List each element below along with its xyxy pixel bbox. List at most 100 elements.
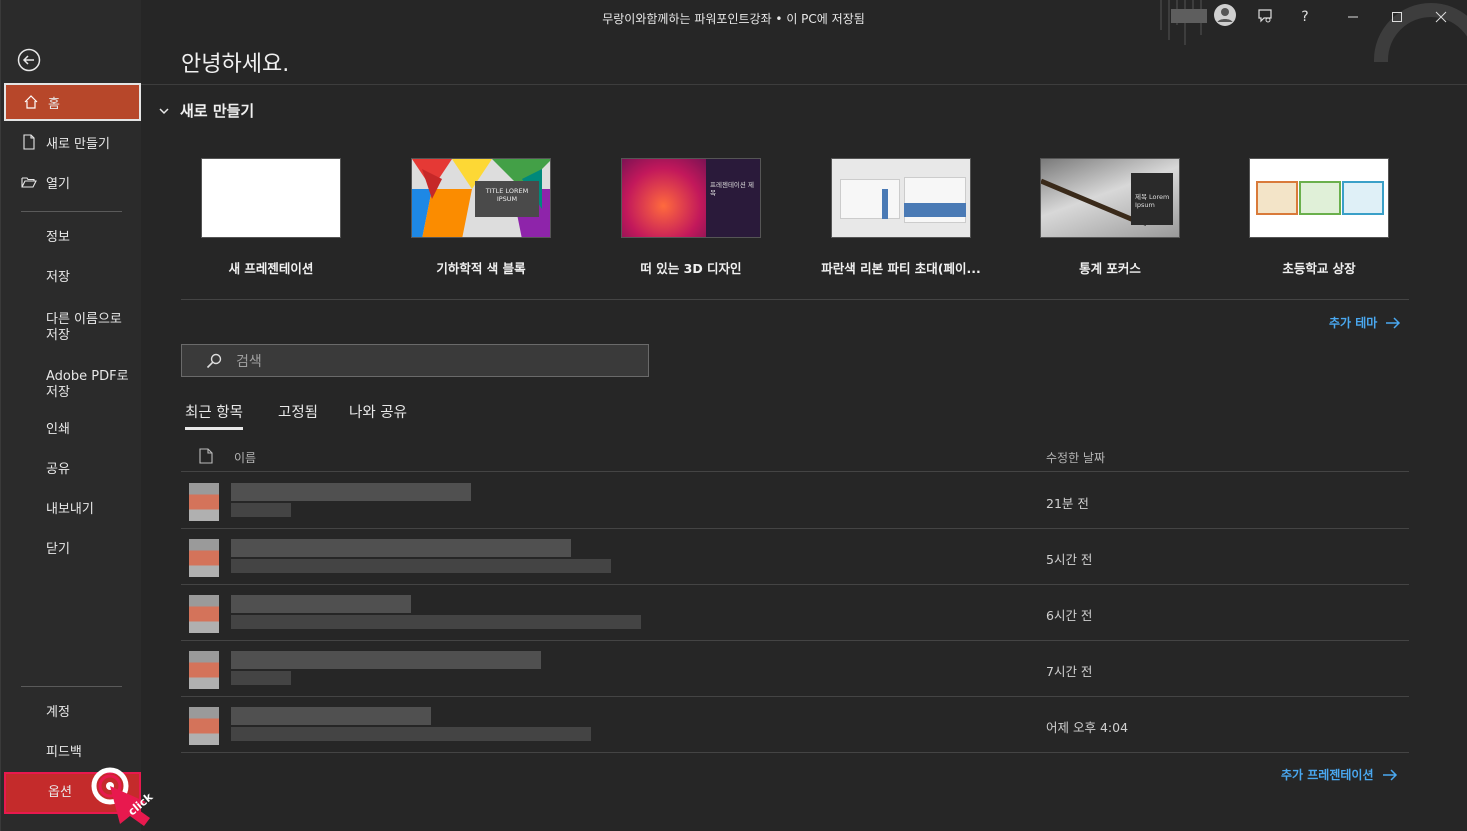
header-divider [141,84,1467,85]
template-3d-floating[interactable]: 프레젠테이션 제목 떠 있는 3D 디자인 [621,158,761,276]
folder-open-icon [21,177,37,188]
close-button[interactable] [1428,6,1454,28]
template-thumbnail: 프레젠테이션 제목 [621,158,761,238]
template-label: 기하학적 색 블록 [436,261,526,276]
file-name-redacted [231,595,411,613]
template-thumbnail [201,158,341,238]
sidebar-item-open[interactable]: 열기 [4,163,141,201]
modified-date: 6시간 전 [1046,608,1093,623]
table-row[interactable]: 5시간 전 [181,529,1409,585]
sidebar-item-label: 닫기 [46,542,70,557]
user-avatar-icon [1214,4,1236,26]
user-name-redacted [1171,9,1207,23]
sidebar-item-label: 계정 [46,705,70,720]
tab-pinned[interactable]: 고정됨 [278,401,318,430]
file-thumbnail [189,651,219,689]
file-thumbnail [189,483,219,521]
sidebar-item-save-pdf[interactable]: Adobe PDF로 저장 [4,364,141,406]
new-section-toggle[interactable]: 새로 만들기 [158,100,254,121]
more-presentations-label: 추가 프레젠테이션 [1281,768,1374,782]
title-bar: 무랑이와함께하는 파워포인트강좌 • 이 PC에 저장됨 ? [141,0,1467,62]
file-type-icon [199,448,213,464]
template-school-award[interactable]: 초등학교 상장 [1249,158,1389,276]
template-stat-focus[interactable]: 제목 Lorem Ipsum 통계 포커스 [1040,158,1180,276]
sidebar-item-save[interactable]: 저장 [4,259,141,297]
minimize-icon [1348,16,1358,18]
sidebar-divider [21,686,122,687]
file-path-redacted [231,671,291,685]
file-thumbnail [189,539,219,577]
sidebar-item-label: 홈 [48,96,60,112]
thumbnail-text: 제목 Lorem Ipsum [1135,193,1170,209]
chevron-down-icon [159,107,169,114]
template-blue-ribbon[interactable]: 파란색 리본 파티 초대(페이... [821,158,981,276]
sidebar-item-print[interactable]: 인쇄 [4,411,141,449]
template-thumbnail [1249,158,1389,238]
sidebar-item-share[interactable]: 공유 [4,451,141,489]
sidebar-item-label: 인쇄 [46,422,70,437]
sidebar-item-close[interactable]: 닫기 [4,531,141,569]
document-title: 무랑이와함께하는 파워포인트강좌 • 이 PC에 저장됨 [602,12,865,26]
file-name-redacted [231,483,471,501]
template-thumbnail [831,158,971,238]
search-placeholder: 검색 [236,353,262,370]
more-themes-link[interactable]: 추가 테마 [1329,314,1401,331]
minimize-button[interactable] [1340,6,1366,28]
modified-date: 7시간 전 [1046,664,1093,679]
table-row[interactable]: 6시간 전 [181,585,1409,641]
search-icon [206,353,222,368]
section-divider [181,299,1409,300]
table-row[interactable]: 21분 전 [181,473,1409,529]
table-row[interactable]: 어제 오후 4:04 [181,697,1409,753]
sidebar-item-export[interactable]: 내보내기 [4,491,141,529]
more-presentations-link[interactable]: 추가 프레젠테이션 [1281,766,1398,783]
file-path-redacted [231,503,291,517]
coauthor-icon [1258,9,1272,23]
maximize-button[interactable] [1384,6,1410,28]
label-line: 다른 이름으로 [46,312,122,327]
template-geometric[interactable]: TITLE LOREM IPSUM 기하학적 색 블록 [411,158,551,276]
sidebar-item-account[interactable]: 계정 [4,694,141,732]
sidebar-item-info[interactable]: 정보 [4,219,141,257]
sidebar-item-label: 내보내기 [46,502,94,517]
file-name-redacted [231,707,431,725]
file-path-redacted [231,615,641,629]
column-header-modified[interactable]: 수정한 날짜 [1046,449,1105,466]
template-thumbnail: TITLE LOREM IPSUM [411,158,551,238]
template-label: 파란색 리본 파티 초대(페이... [821,261,981,276]
search-input[interactable]: 검색 [181,344,649,377]
tab-recent[interactable]: 최근 항목 [185,401,243,430]
sidebar-divider [21,211,122,212]
template-label: 떠 있는 3D 디자인 [640,261,742,276]
close-icon [1435,11,1447,23]
modified-date: 어제 오후 4:04 [1046,720,1129,735]
help-button[interactable]: ? [1292,6,1318,28]
arrow-right-icon [1382,768,1397,781]
thumbnail-text: 프레젠테이션 제목 [710,181,754,197]
thumbnail-text: TITLE LOREM IPSUM [485,187,529,203]
sidebar-item-new[interactable]: 새로 만들기 [4,123,141,161]
template-label: 초등학교 상장 [1282,261,1356,276]
sidebar-item-label: Adobe PDF로 저장 [46,369,129,401]
help-icon: ? [1301,9,1309,25]
sidebar-item-label: 옵션 [48,785,72,800]
template-label: 통계 포커스 [1079,261,1141,276]
greeting-heading: 안녕하세요. [181,52,290,77]
coauthor-button[interactable] [1253,6,1279,28]
sidebar-item-label: 공유 [46,462,70,477]
tab-shared[interactable]: 나와 공유 [349,401,407,430]
table-row[interactable]: 7시간 전 [181,641,1409,697]
template-blank[interactable]: 새 프레젠테이션 [201,158,341,276]
sidebar-item-home[interactable]: 홈 [4,83,141,121]
label-line: 저장 [46,328,70,343]
file-name-redacted [231,539,571,557]
file-path-redacted [231,727,591,741]
column-header-name[interactable]: 이름 [234,449,256,466]
modified-date: 5시간 전 [1046,552,1093,567]
account-button[interactable] [1212,4,1238,26]
back-arrow-icon[interactable] [17,48,41,72]
file-thumbnail [189,707,219,745]
sidebar-item-save-as[interactable]: 다른 이름으로 저장 [4,307,141,349]
sidebar-item-label: 새로 만들기 [46,136,110,152]
sidebar-item-label: 피드백 [46,745,82,760]
